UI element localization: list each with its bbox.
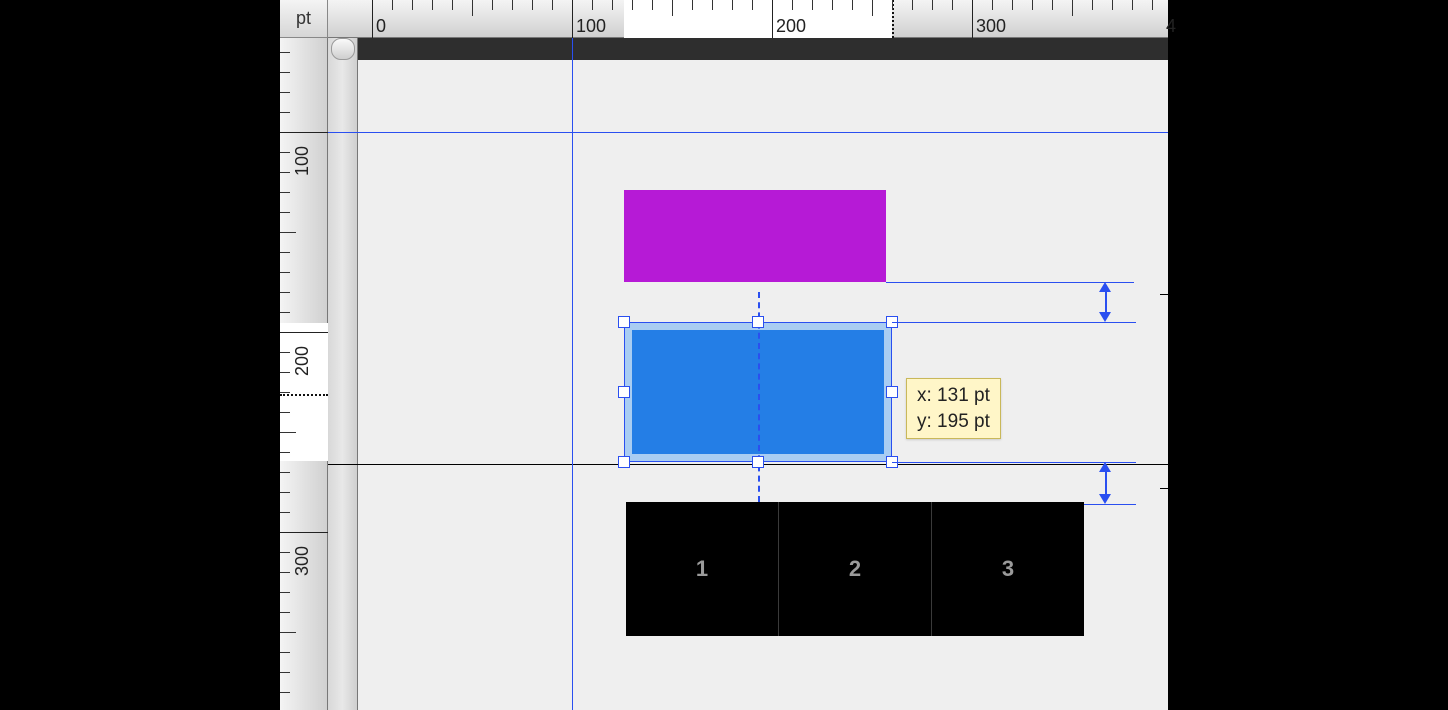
canvas-viewport: 1 2 3 x: 131 pt y: 195 pt [328, 38, 1168, 710]
guide-vertical[interactable] [572, 38, 573, 710]
scrollbar-vertical[interactable] [328, 38, 358, 710]
ruler-h-label: 100 [576, 16, 606, 37]
cell-3[interactable]: 3 [932, 502, 1084, 636]
ruler-h-label: 200 [776, 16, 806, 37]
design-canvas-window: pt 0 100 200 300 4 /* decorative only */… [280, 0, 1168, 710]
ruler-v-label: 200 [292, 346, 313, 376]
ruler-h-label-partial: 4 [1166, 16, 1176, 37]
ruler-h-label: 300 [976, 16, 1006, 37]
ruler-vertical[interactable]: 100 200 300 [280, 38, 328, 710]
scroll-thumb[interactable] [331, 38, 355, 60]
ruler-tick-major [280, 132, 328, 133]
ruler-horizontal[interactable]: 0 100 200 300 4 /* decorative only */ [328, 0, 1168, 38]
ruler-v-label: 300 [292, 546, 313, 576]
spacing-extension-sel-top [892, 322, 1136, 323]
cell-label: 3 [1002, 556, 1014, 582]
spacing-extension-top [886, 282, 1134, 283]
ruler-units-label: pt [296, 8, 311, 29]
resize-handle-e[interactable] [886, 386, 898, 398]
guide-horizontal[interactable] [328, 132, 1168, 133]
page-edge-band [358, 38, 1168, 60]
cell-label: 2 [849, 556, 861, 582]
spacing-arrow-bottom [1098, 462, 1112, 504]
ruler-tick-major [280, 332, 328, 333]
ruler-units-box[interactable]: pt [280, 0, 328, 38]
ruler-tick-major [572, 0, 573, 38]
resize-handle-nw[interactable] [618, 316, 630, 328]
resize-handle-n[interactable] [752, 316, 764, 328]
group-black-cells[interactable]: 1 2 3 [626, 502, 1084, 636]
ruler-v-cursor-marker [280, 394, 328, 396]
tooltip-y: y: 195 pt [917, 409, 990, 435]
spacing-arrow-top [1098, 282, 1112, 322]
resize-handle-w[interactable] [618, 386, 630, 398]
cell-2[interactable]: 2 [779, 502, 932, 636]
resize-handle-s[interactable] [752, 456, 764, 468]
cell-1[interactable]: 1 [626, 502, 779, 636]
position-tooltip: x: 131 pt y: 195 pt [906, 378, 1001, 439]
margin-line-horizontal [328, 464, 1168, 465]
ruler-v-label: 100 [292, 146, 313, 176]
shape-rectangle-blue-selected[interactable] [624, 322, 892, 462]
ruler-tick-major [772, 0, 773, 38]
ruler-tick-major [280, 532, 328, 533]
resize-handle-sw[interactable] [618, 456, 630, 468]
ruler-h-label: 0 [376, 16, 386, 37]
ruler-tick-major [972, 0, 973, 38]
ruler-tick-major [372, 0, 373, 38]
tooltip-x: x: 131 pt [917, 383, 990, 409]
canvas-paper[interactable]: 1 2 3 x: 131 pt y: 195 pt [358, 60, 1168, 710]
margin-stub [1160, 488, 1168, 489]
margin-stub [1160, 294, 1168, 295]
cell-label: 1 [696, 556, 708, 582]
shape-rectangle-purple[interactable] [624, 190, 886, 282]
